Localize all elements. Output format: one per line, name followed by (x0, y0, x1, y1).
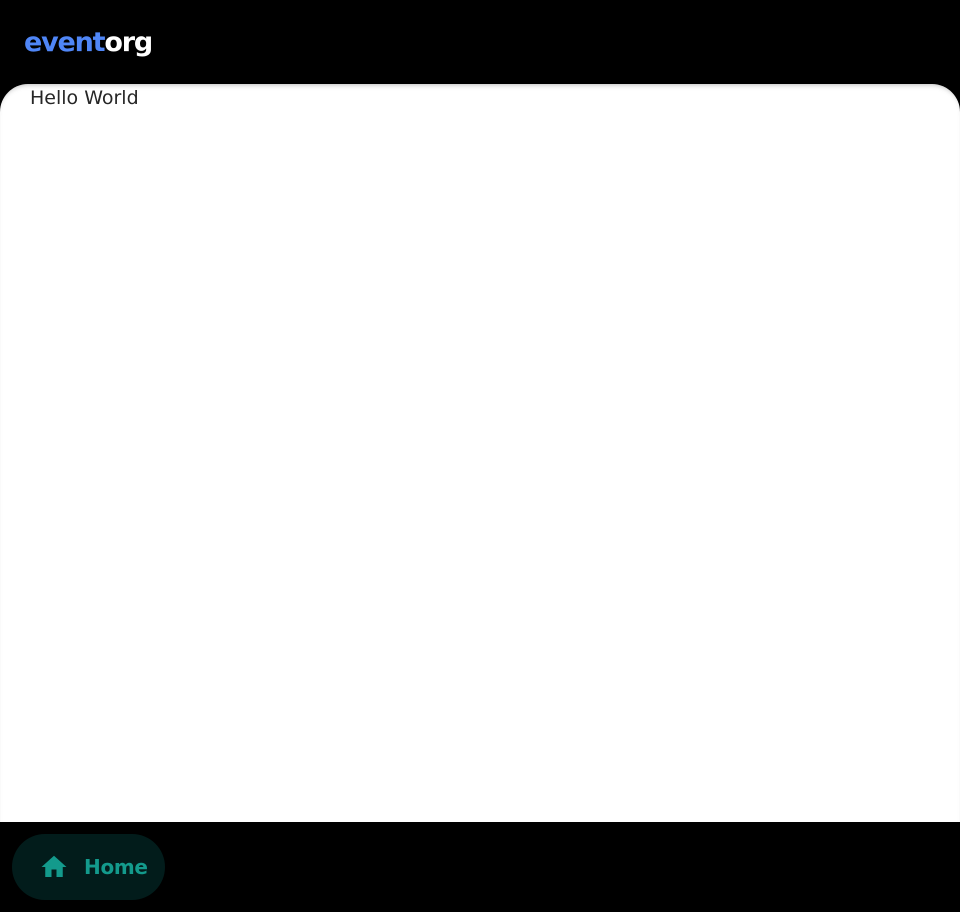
logo-part-org: org (104, 27, 153, 58)
nav-item-home[interactable]: Home (12, 834, 165, 900)
home-icon (41, 855, 67, 877)
app-header: eventorg (0, 0, 960, 84)
bottom-navigation: Home (0, 822, 960, 912)
logo-part-event: event (24, 27, 106, 58)
main-text: Hello World (30, 87, 139, 109)
nav-item-home-label: Home (84, 855, 148, 879)
app-root: eventorg Hello World Home (0, 0, 960, 912)
app-logo[interactable]: eventorg (24, 27, 153, 59)
main-content: Hello World (0, 84, 960, 822)
